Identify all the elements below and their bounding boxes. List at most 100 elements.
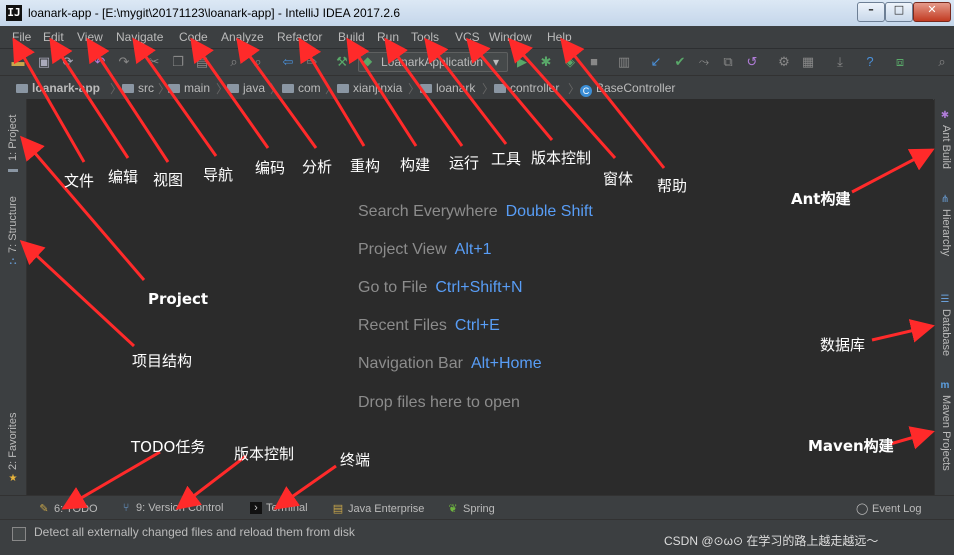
event-log-tool-tab[interactable]: ◯ Event Log bbox=[856, 502, 922, 515]
redo-icon[interactable]: ↷ bbox=[116, 54, 132, 70]
annotation-run: 运行 bbox=[449, 154, 480, 172]
menu-analyze[interactable]: Analyze bbox=[221, 30, 264, 44]
right-tool-strip: ✱ Ant Build ⋔ Hierarchy ☰ Database m Mav… bbox=[934, 99, 954, 495]
breadcrumb-label: main bbox=[184, 81, 211, 95]
hierarchy-icon: ⋔ bbox=[940, 194, 950, 205]
breadcrumb-main[interactable]: main bbox=[168, 81, 210, 95]
ant-build-tool-tab[interactable]: Ant Build bbox=[940, 125, 952, 169]
hint-recent-files: Recent Files Ctrl+E bbox=[358, 317, 500, 335]
chevron-right-icon: 〉 bbox=[408, 82, 421, 96]
vcs-commit-icon[interactable]: ✔ bbox=[672, 54, 688, 70]
menu-help[interactable]: Help bbox=[547, 30, 572, 44]
stop-icon[interactable]: ■ bbox=[586, 54, 602, 70]
search-icon[interactable]: ⌕ bbox=[934, 54, 950, 70]
database-tool-tab[interactable]: Database bbox=[940, 309, 952, 356]
breadcrumb-basecontroller[interactable]: C BaseController bbox=[580, 81, 675, 97]
maven-tool-tab[interactable]: Maven Projects bbox=[940, 395, 952, 471]
annotation-view: 视图 bbox=[153, 171, 184, 189]
spring-tool-tab[interactable]: ❦ Spring bbox=[447, 502, 494, 515]
folder-icon bbox=[122, 84, 134, 93]
tab-label: Terminal bbox=[266, 502, 308, 514]
sdk-download-icon[interactable]: ⤓ bbox=[832, 54, 848, 70]
copy-icon[interactable]: ❐ bbox=[170, 54, 186, 70]
run-configuration-select[interactable]: ◆ LoanarkApplication ▾ bbox=[358, 52, 508, 72]
project-folder-icon: ▬ bbox=[8, 164, 18, 175]
status-window-toggle[interactable] bbox=[12, 527, 26, 541]
annotation-version-control: 版本控制 bbox=[234, 445, 295, 463]
breadcrumb-label: controller bbox=[510, 81, 560, 95]
annotation-vcs: 版本控制 bbox=[531, 149, 592, 167]
folder-icon bbox=[337, 84, 349, 93]
run-icon[interactable]: ▶ bbox=[514, 54, 530, 70]
sync-icon[interactable]: ⟳ bbox=[60, 54, 76, 70]
project-tool-tab[interactable]: 1: Project bbox=[7, 115, 19, 161]
bottom-tool-bar: ✎ 6: TODO ⑂ 9: Version Control › Terminal ▤… bbox=[0, 495, 954, 520]
coverage-icon[interactable]: ◈ bbox=[562, 54, 578, 70]
settings-icon[interactable]: ⚙ bbox=[776, 54, 792, 70]
vcs-history-icon[interactable]: ⧉ bbox=[720, 54, 736, 70]
menu-window[interactable]: Window bbox=[489, 30, 532, 44]
back-icon[interactable]: ⇦ bbox=[280, 54, 296, 70]
build-project-icon[interactable]: ⚒ bbox=[334, 54, 350, 70]
star-icon: ★ bbox=[8, 473, 18, 484]
vcs-compare-icon[interactable]: ⤳ bbox=[696, 54, 712, 70]
menu-code[interactable]: Code bbox=[179, 30, 208, 44]
todo-tool-tab[interactable]: ✎ 6: TODO bbox=[38, 502, 97, 515]
find-icon[interactable]: ⌕ bbox=[226, 54, 242, 70]
forward-icon[interactable]: ⇨ bbox=[304, 54, 320, 70]
annotation-edit: 编辑 bbox=[108, 168, 139, 186]
menu-tools[interactable]: Tools bbox=[411, 30, 439, 44]
status-bar: Detect all externally changed files and … bbox=[0, 519, 954, 555]
plugin-icon[interactable]: ⧈ bbox=[892, 54, 908, 70]
hint-label: Search Everywhere bbox=[358, 203, 498, 220]
paste-icon[interactable]: ▤ bbox=[194, 54, 210, 70]
annotation-tools: 工具 bbox=[491, 150, 522, 168]
close-button[interactable]: ✕ bbox=[913, 2, 951, 22]
structure-icon: ⛬ bbox=[9, 256, 17, 267]
debug-icon[interactable]: ✱ bbox=[538, 54, 554, 70]
help-icon[interactable]: ? bbox=[862, 54, 878, 70]
breadcrumb-com[interactable]: com bbox=[282, 81, 321, 95]
menu-run[interactable]: Run bbox=[377, 30, 399, 44]
annotation-window: 窗体 bbox=[603, 170, 634, 188]
annotation-project: Project bbox=[148, 290, 209, 308]
left-tool-strip: ▬ 1: Project ⛬ 7: Structure ★ 2: Favorit… bbox=[0, 99, 27, 495]
breadcrumb-label: loanark bbox=[436, 81, 476, 95]
undo-icon[interactable]: ↶ bbox=[92, 54, 108, 70]
cut-icon[interactable]: ✂ bbox=[146, 54, 162, 70]
minimize-button[interactable]: – bbox=[857, 2, 885, 22]
breadcrumb-java[interactable]: java bbox=[227, 81, 265, 95]
save-icon[interactable]: ▣ bbox=[36, 54, 52, 70]
terminal-tool-tab[interactable]: › Terminal bbox=[250, 502, 308, 514]
breadcrumb-controller[interactable]: controller bbox=[494, 81, 559, 95]
spring-leaf-icon: ❦ bbox=[448, 503, 458, 515]
hint-shortcut: Ctrl+E bbox=[454, 317, 500, 334]
breadcrumb-label: java bbox=[243, 81, 266, 95]
favorites-tool-tab[interactable]: 2: Favorites bbox=[7, 413, 19, 470]
annotation-maven: Maven构建 bbox=[808, 437, 894, 455]
menu-navigate[interactable]: Navigate bbox=[116, 30, 163, 44]
breadcrumb-xianjinxia[interactable]: xianjinxia bbox=[337, 81, 402, 95]
hierarchy-tool-tab[interactable]: Hierarchy bbox=[940, 209, 952, 256]
breadcrumb-label: src bbox=[138, 81, 154, 95]
project-structure-icon[interactable]: ▦ bbox=[800, 54, 816, 70]
maximize-button[interactable]: □ bbox=[885, 2, 913, 22]
structure-tool-tab[interactable]: 7: Structure bbox=[7, 196, 19, 253]
breadcrumb-src[interactable]: src bbox=[122, 81, 154, 95]
breadcrumb-loanark-app[interactable]: loanark-app bbox=[16, 81, 100, 95]
annotation-terminal: 终端 bbox=[340, 451, 371, 469]
version-control-tool-tab[interactable]: ⑂ 9: Version Control bbox=[120, 502, 224, 514]
revert-icon[interactable]: ↺ bbox=[744, 54, 760, 70]
menu-build[interactable]: Build bbox=[338, 30, 365, 44]
menu-file[interactable]: File bbox=[12, 30, 31, 44]
open-folder-icon[interactable]: ▬ bbox=[10, 54, 26, 70]
menu-edit[interactable]: Edit bbox=[43, 30, 64, 44]
replace-icon[interactable]: ⌕ bbox=[250, 54, 266, 70]
menu-refactor[interactable]: Refactor bbox=[277, 30, 322, 44]
java-enterprise-tool-tab[interactable]: ▤ Java Enterprise bbox=[332, 502, 425, 515]
menu-vcs[interactable]: VCS bbox=[455, 30, 480, 44]
structure-settings-icon[interactable]: ▥ bbox=[616, 54, 632, 70]
menu-view[interactable]: View bbox=[77, 30, 103, 44]
breadcrumb-loanark[interactable]: loanark bbox=[420, 81, 475, 95]
vcs-update-icon[interactable]: ↙ bbox=[648, 54, 664, 70]
